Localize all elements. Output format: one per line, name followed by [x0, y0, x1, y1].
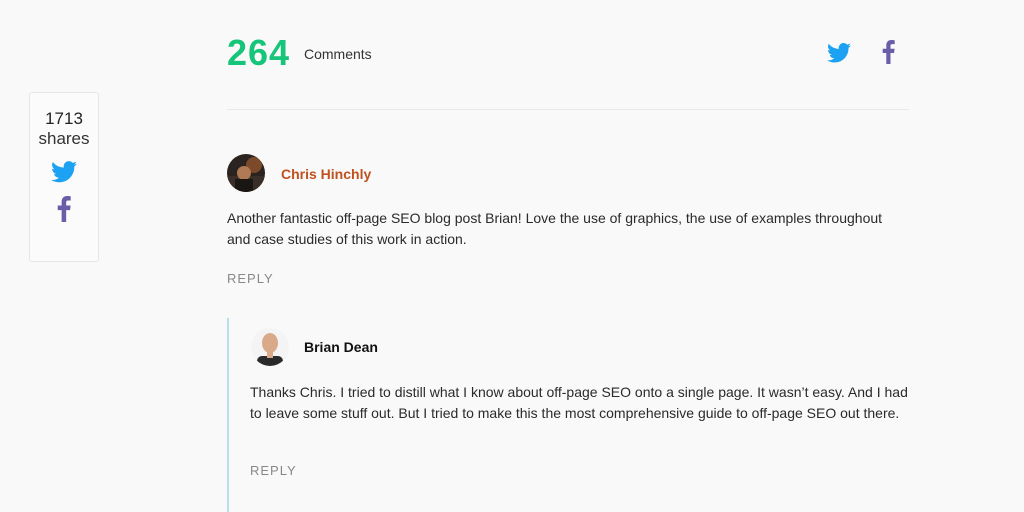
comment-reply: Brian Dean Thanks Chris. I tried to dist…: [227, 318, 919, 512]
avatar: [251, 328, 289, 366]
comment-text: Thanks Chris. I tried to distill what I …: [250, 384, 908, 421]
comment-author[interactable]: Brian Dean: [304, 339, 378, 355]
facebook-icon[interactable]: [57, 196, 71, 222]
page: 1713 shares 264 Comments Chris Hinchly A…: [0, 0, 1024, 512]
comment-count: 264: [227, 32, 291, 73]
comment-text: Another fantastic off-page SEO blog post…: [227, 210, 883, 247]
comment-author[interactable]: Chris Hinchly: [281, 166, 371, 182]
share-box: 1713 shares: [29, 92, 99, 262]
facebook-icon[interactable]: [882, 40, 895, 64]
share-count: 1713: [45, 109, 83, 128]
comments-label: Comments: [304, 46, 372, 62]
share-label: shares: [38, 129, 90, 148]
reply-button[interactable]: REPLY: [227, 271, 274, 286]
twitter-icon[interactable]: [51, 161, 77, 183]
comments-header: 264 Comments: [227, 30, 909, 110]
twitter-icon[interactable]: [827, 43, 851, 63]
avatar: [227, 154, 265, 192]
reply-button[interactable]: REPLY: [250, 463, 297, 478]
